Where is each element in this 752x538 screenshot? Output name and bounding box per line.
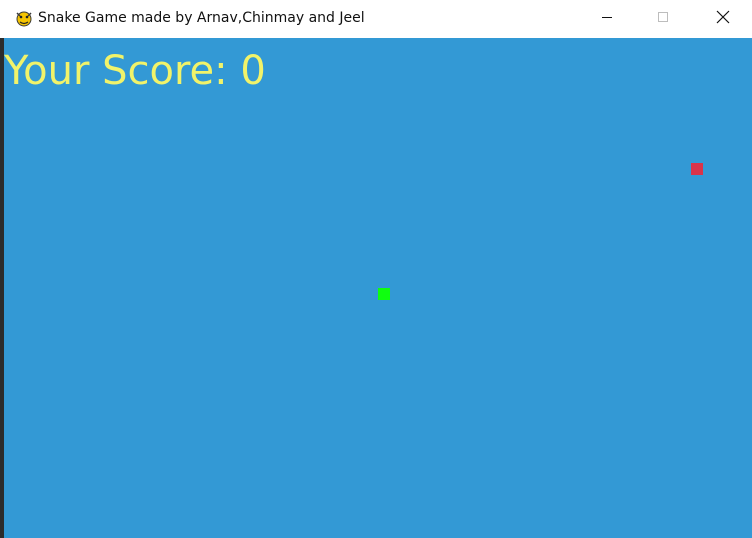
- close-button[interactable]: [700, 0, 746, 38]
- food-square: [691, 163, 703, 175]
- game-canvas[interactable]: Your Score: 0: [4, 38, 752, 538]
- game-window: Snake Game made by Arnav,Chinmay and Jee…: [0, 0, 752, 538]
- maximize-button[interactable]: [640, 0, 686, 38]
- title-bar[interactable]: Snake Game made by Arnav,Chinmay and Jee…: [0, 0, 752, 38]
- snake-head: [378, 288, 390, 300]
- pygame-icon: [14, 8, 34, 28]
- close-icon: [716, 10, 730, 29]
- minimize-button[interactable]: [584, 0, 630, 38]
- score-display: Your Score: 0: [4, 48, 266, 94]
- minimize-icon: [601, 10, 613, 28]
- window-title: Snake Game made by Arnav,Chinmay and Jee…: [38, 10, 365, 26]
- maximize-icon: [657, 10, 669, 28]
